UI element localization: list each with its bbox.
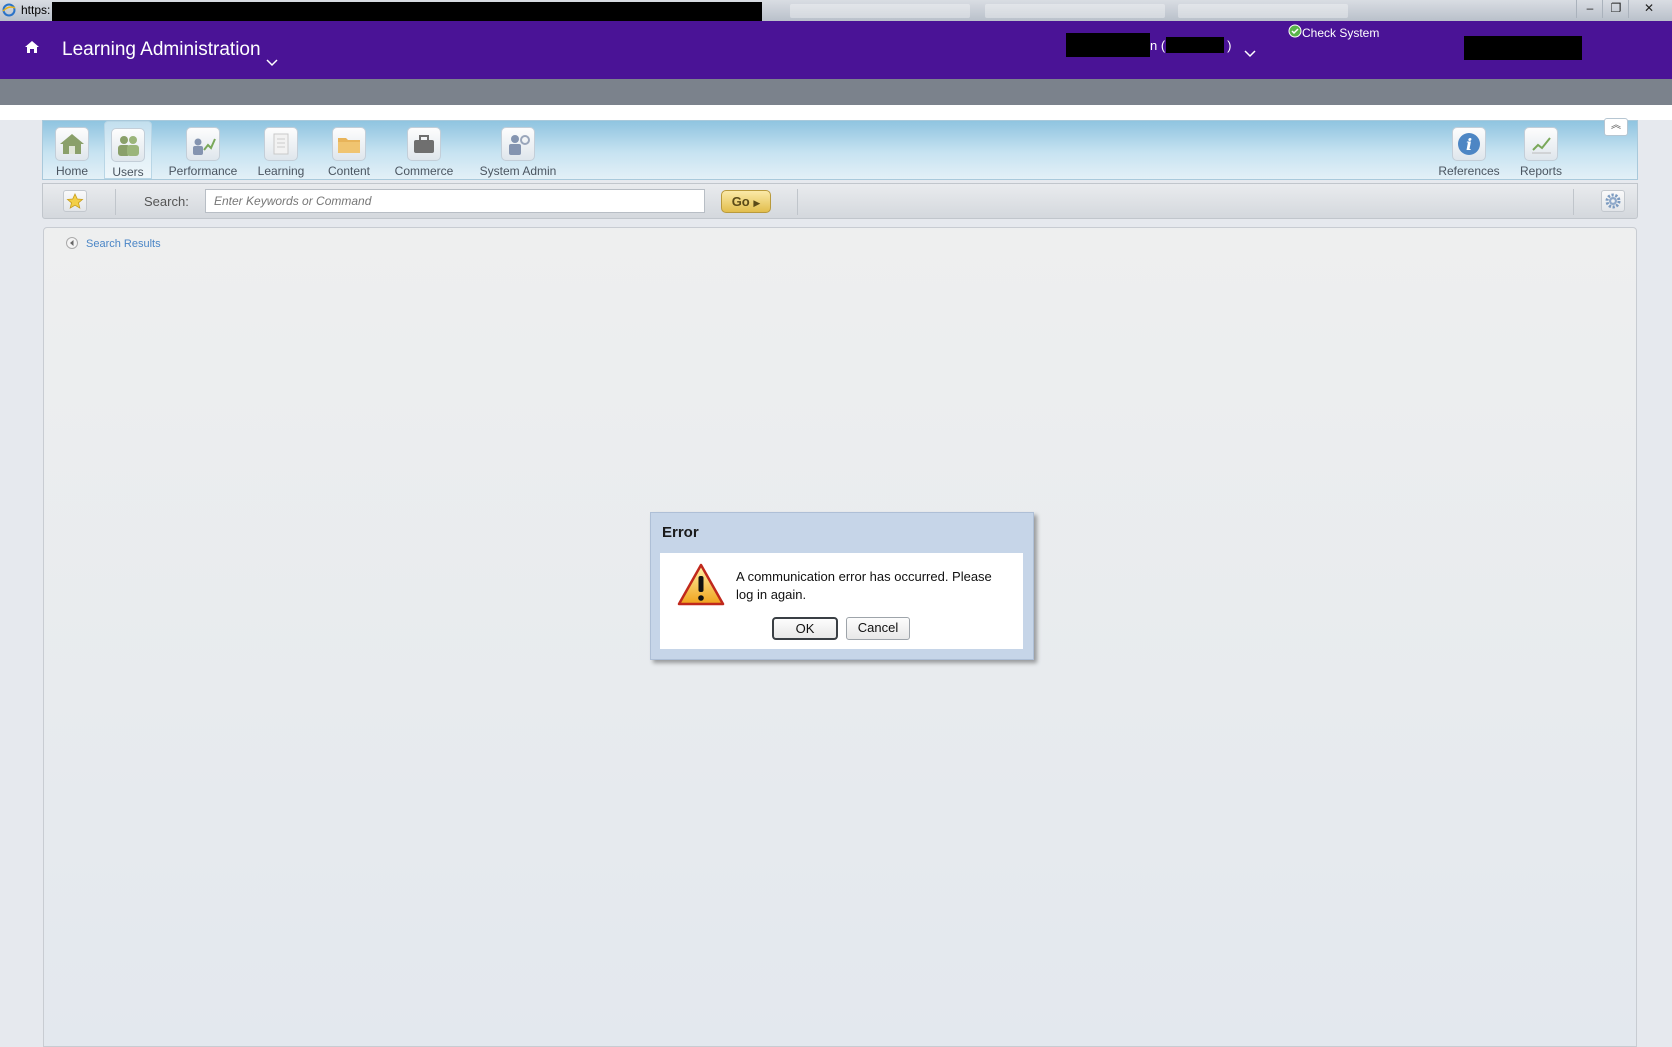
go-button[interactable]: Go ▶ xyxy=(721,190,771,213)
system-admin-icon xyxy=(501,127,535,161)
check-system-link[interactable]: Check System xyxy=(1302,26,1379,40)
app-title[interactable]: Learning Administration xyxy=(62,39,261,61)
redacted-header-item xyxy=(1464,36,1582,60)
collapse-toolbar-button[interactable]: ︽ xyxy=(1604,118,1628,136)
check-system-icon[interactable] xyxy=(1288,24,1302,38)
star-icon xyxy=(66,193,84,209)
settings-button[interactable] xyxy=(1601,190,1625,212)
home-icon[interactable] xyxy=(24,39,40,55)
users-icon xyxy=(111,128,145,162)
nav-users[interactable]: Users xyxy=(104,121,152,179)
chevron-down-icon[interactable] xyxy=(266,59,278,67)
info-icon: i xyxy=(1452,127,1486,161)
nav-label: Home xyxy=(55,164,88,178)
nav-label: System Admin xyxy=(479,164,557,178)
nav-content[interactable]: Content xyxy=(321,121,377,179)
search-input[interactable] xyxy=(205,189,705,213)
nav-commerce[interactable]: Commerce xyxy=(388,121,460,179)
warning-icon xyxy=(677,563,725,606)
app-header: Learning Administration n () Check Syste… xyxy=(0,21,1672,79)
cancel-button[interactable]: Cancel xyxy=(846,617,910,640)
nav-label: Learning xyxy=(257,164,305,178)
nav-home[interactable]: Home xyxy=(48,121,96,179)
chevron-up-icon: ︽ xyxy=(1611,120,1621,131)
back-arrow-icon[interactable] xyxy=(66,237,78,249)
divider xyxy=(115,189,116,215)
nav-label: References xyxy=(1438,164,1500,178)
browser-tab[interactable] xyxy=(790,4,970,18)
nav-label: Commerce xyxy=(394,164,454,178)
redacted-user-id xyxy=(1166,37,1224,53)
search-results-link[interactable]: Search Results xyxy=(86,238,161,250)
dialog-message: A communication error has occurred. Plea… xyxy=(736,569,992,602)
ok-button[interactable]: OK xyxy=(772,617,838,640)
ie-browser-icon xyxy=(2,3,16,17)
nav-learning[interactable]: Learning xyxy=(251,121,311,179)
address-url[interactable]: https: xyxy=(21,3,50,17)
nav-reports[interactable]: Reports xyxy=(1513,121,1569,179)
nav-label: Reports xyxy=(1519,164,1563,178)
user-partial: n ( xyxy=(1150,38,1166,53)
browser-tab[interactable] xyxy=(985,4,1165,18)
main-nav-toolbar: Home Users Performance Learning Content … xyxy=(42,120,1638,180)
close-window-button[interactable]: ✕ xyxy=(1628,0,1669,18)
divider xyxy=(1573,189,1574,215)
dialog-title: Error xyxy=(662,524,699,541)
search-bar: Search: Go ▶ xyxy=(42,183,1638,219)
content-icon xyxy=(332,127,366,161)
chevron-down-icon[interactable] xyxy=(1244,50,1256,58)
redacted-username xyxy=(1066,33,1150,57)
dialog-body: A communication error has occurred. Plea… xyxy=(660,553,1023,649)
divider xyxy=(797,189,798,215)
favorites-button[interactable] xyxy=(63,190,87,212)
user-partial-end: ) xyxy=(1227,38,1232,53)
browser-tab[interactable] xyxy=(1178,4,1348,18)
nav-system-admin[interactable]: System Admin xyxy=(475,121,561,179)
reports-icon xyxy=(1524,127,1558,161)
header-subbar xyxy=(0,79,1672,105)
nav-references[interactable]: i References xyxy=(1433,121,1505,179)
nav-label: Performance xyxy=(168,164,238,178)
search-label: Search: xyxy=(144,194,189,209)
home-icon xyxy=(55,127,89,161)
go-label: Go xyxy=(731,194,750,209)
browser-titlebar: https: ‒ ❐ ✕ xyxy=(0,0,1672,24)
play-arrow-icon: ▶ xyxy=(753,198,761,208)
commerce-icon xyxy=(407,127,441,161)
svg-text:i: i xyxy=(1466,135,1472,154)
performance-icon xyxy=(186,127,220,161)
minimize-button[interactable]: ‒ xyxy=(1576,0,1603,18)
restore-button[interactable]: ❐ xyxy=(1602,0,1629,18)
nav-performance[interactable]: Performance xyxy=(163,121,243,179)
spacer xyxy=(0,105,1672,120)
nav-label: Content xyxy=(327,164,371,178)
nav-label: Users xyxy=(112,165,144,179)
error-dialog: Error A communication error has occurred… xyxy=(650,512,1034,660)
learning-icon xyxy=(264,127,298,161)
gear-icon xyxy=(1605,193,1621,209)
